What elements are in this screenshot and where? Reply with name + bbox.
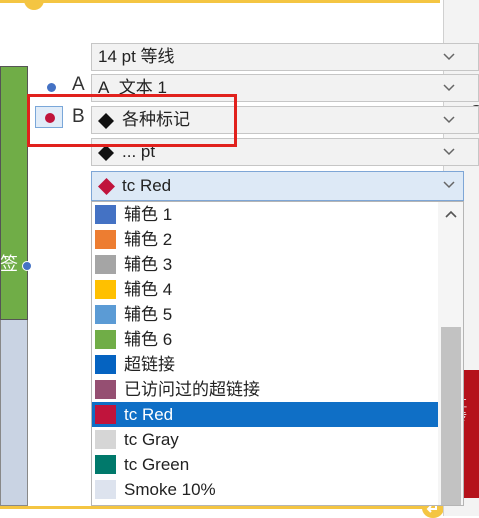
diamond-icon — [98, 145, 114, 161]
green-shape-label: 签 — [0, 254, 18, 274]
color-list-item-label: tc Red — [124, 405, 174, 424]
color-swatch — [95, 230, 116, 249]
green-shape — [0, 66, 28, 320]
font-dropdown-value: 14 pt 等线 — [98, 47, 175, 66]
legend-bullet-a — [47, 83, 56, 92]
color-swatch — [95, 480, 116, 499]
color-list-item[interactable]: 辅色 1 — [92, 202, 438, 227]
scroll-up-button[interactable] — [438, 202, 463, 228]
connector-dot[interactable] — [22, 261, 32, 271]
text-style-extra — [463, 74, 479, 102]
color-list-item[interactable]: 辅色 4 — [92, 277, 438, 302]
color-swatch — [95, 280, 116, 299]
color-list-item[interactable]: 已访问过的超链接 — [92, 377, 438, 402]
color-swatch — [95, 305, 116, 324]
color-list-item[interactable]: 辅色 2 — [92, 227, 438, 252]
color-list-item[interactable]: tc Red — [92, 402, 438, 427]
color-swatch — [95, 455, 116, 474]
color-list-item-label: 辅色 5 — [124, 305, 173, 324]
color-list-item[interactable]: Smoke 10% — [92, 477, 438, 502]
color-list-item[interactable]: 辅色 5 — [92, 302, 438, 327]
color-list-item-label: 辅色 1 — [124, 205, 173, 224]
color-swatch — [95, 355, 116, 374]
chevron-down-icon — [443, 53, 455, 61]
scrollbar[interactable] — [438, 202, 463, 505]
color-list-item[interactable]: 辅色 6 — [92, 327, 438, 352]
color-list-item-label: tc Gray — [124, 430, 179, 449]
color-list-item-label: tc Green — [124, 455, 190, 474]
color-list[interactable]: 辅色 1 辅色 2 辅色 3 辅色 4 辅色 5 辅色 6 超链接已访问过的超链接 tc Re… — [91, 201, 464, 506]
color-swatch — [95, 330, 116, 349]
color-list-item-label: 辅色 2 — [124, 230, 173, 249]
color-swatch — [95, 205, 116, 224]
highlight-annotation — [27, 94, 237, 147]
color-swatch — [95, 380, 116, 399]
scrollbar-thumb[interactable] — [441, 327, 461, 505]
diamond-icon — [98, 178, 115, 195]
chevron-up-icon — [445, 210, 457, 218]
color-list-item[interactable]: tc Green — [92, 452, 438, 477]
chevron-down-icon — [443, 181, 455, 189]
color-list-item-label: 已访问过的超链接 — [124, 380, 260, 399]
selection-border-top — [0, 0, 440, 3]
color-list-item[interactable]: 超链接 — [92, 352, 438, 377]
color-list-item-label: Smoke 10% — [124, 480, 216, 499]
color-dropdown-value: tc Red — [122, 176, 172, 195]
color-list-item-label: 辅色 4 — [124, 280, 173, 299]
color-swatch — [95, 430, 116, 449]
chevron-down-icon — [443, 116, 455, 124]
color-list-item[interactable]: 辅色 3 — [92, 252, 438, 277]
chevron-down-icon — [443, 84, 455, 92]
color-list-item[interactable]: tc Gray — [92, 427, 438, 452]
marker-size-extra — [463, 138, 479, 166]
color-list-item-label: 超链接 — [124, 355, 175, 374]
color-dropdown[interactable]: tc Red — [91, 171, 464, 201]
marker-dropdown-extra — [463, 106, 479, 134]
color-swatch — [95, 405, 116, 424]
color-list-item-label: 辅色 6 — [124, 330, 173, 349]
selection-border-bottom — [0, 506, 440, 509]
chevron-down-icon — [443, 148, 455, 156]
font-dropdown[interactable]: 14 pt 等线 — [91, 43, 464, 71]
gray-shape — [0, 320, 28, 506]
color-list-item-label: 辅色 3 — [124, 255, 173, 274]
color-swatch — [95, 255, 116, 274]
legend-label-a: A — [72, 74, 85, 95]
font-dropdown-extra — [463, 43, 479, 71]
